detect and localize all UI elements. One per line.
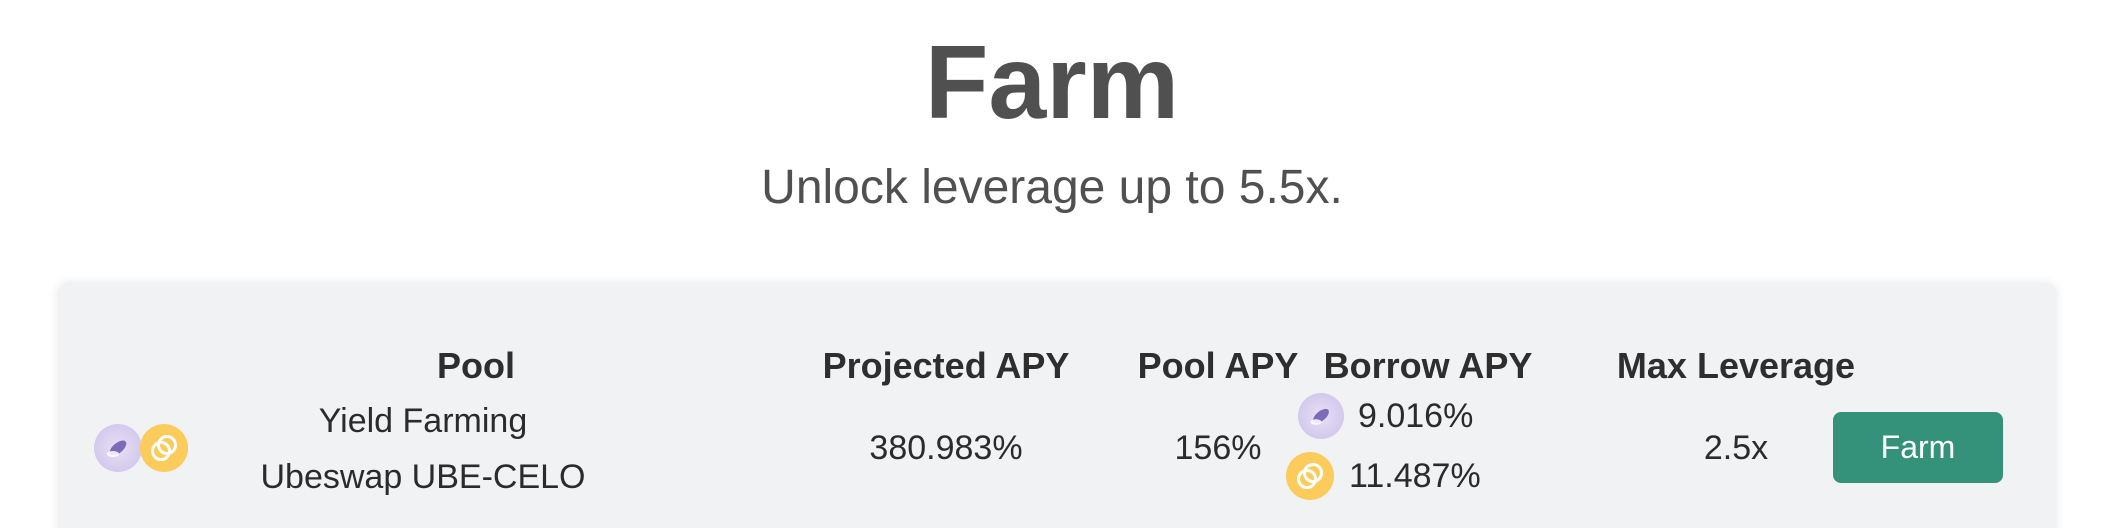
celo-token-icon xyxy=(140,424,188,472)
farm-page: Farm Unlock leverage up to 5.5x. Pool Pr… xyxy=(0,0,2104,528)
celo-token-icon xyxy=(1286,452,1334,500)
ube-token-icon xyxy=(94,424,142,472)
ube-token-icon xyxy=(1298,393,1344,439)
column-header-borrow-apy: Borrow APY xyxy=(1323,345,1533,386)
column-header-pool: Pool xyxy=(437,345,515,386)
page-title: Farm xyxy=(924,25,1180,141)
farm-table: Pool Projected APY Pool APY Borrow APY M… xyxy=(58,283,2056,528)
page-subtitle: Unlock leverage up to 5.5x. xyxy=(761,161,1343,214)
borrow-apy-ube: 9.016% xyxy=(1358,397,1474,435)
farm-button[interactable]: Farm xyxy=(1833,412,2003,483)
pool-pair: Ubeswap UBE-CELO xyxy=(260,458,586,496)
pool-type: Yield Farming xyxy=(318,402,528,440)
column-header-max-leverage: Max Leverage xyxy=(1616,345,1856,386)
projected-apy-value: 380.983% xyxy=(869,429,1023,467)
borrow-apy-celo: 11.487% xyxy=(1349,457,1481,495)
pool-name: Yield Farming Ubeswap UBE-CELO xyxy=(198,396,648,502)
column-header-projected-apy: Projected APY xyxy=(822,345,1070,386)
